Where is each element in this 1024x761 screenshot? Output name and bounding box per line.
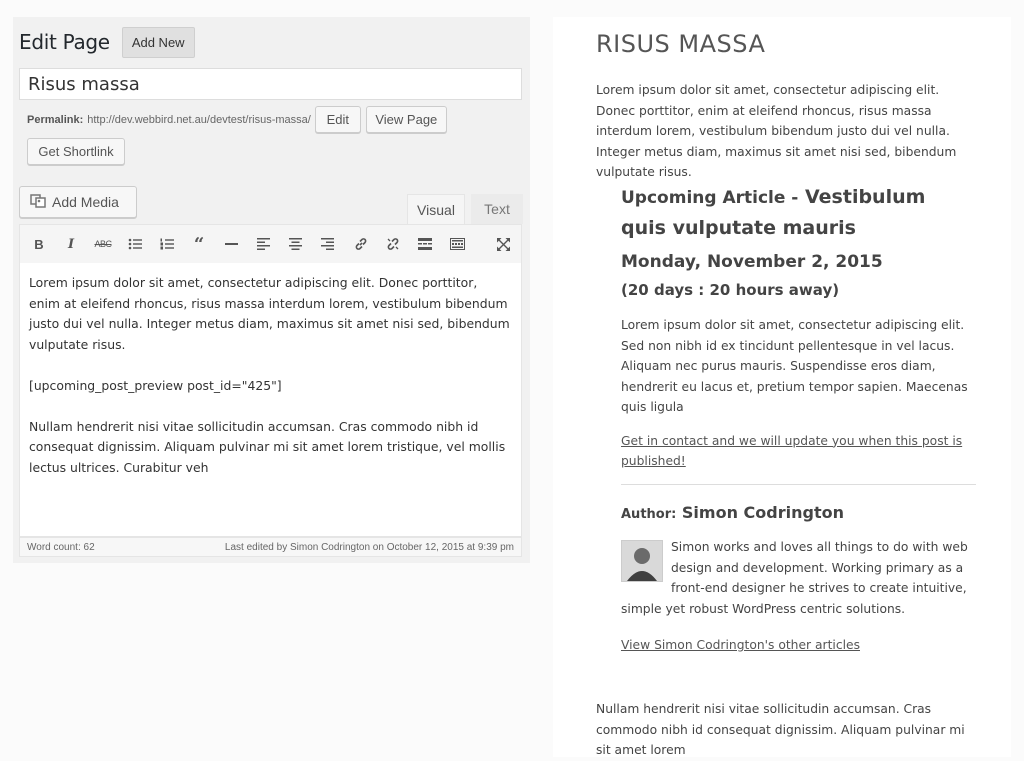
- align-right-icon[interactable]: [318, 235, 336, 253]
- read-more-icon[interactable]: [416, 235, 434, 253]
- add-media-icon: [30, 192, 46, 212]
- author-articles-link[interactable]: View Simon Codrington's other articles: [621, 638, 860, 652]
- tab-text[interactable]: Text: [471, 194, 523, 224]
- author-heading: Author: Simon Codrington: [621, 503, 844, 522]
- last-edited: Last edited by Simon Codrington on Octob…: [224, 541, 514, 553]
- preview-panel: RISUS MASSA Lorem ipsum dolor sit amet, …: [553, 17, 1011, 757]
- numbered-list-icon[interactable]: [158, 235, 176, 253]
- align-left-icon[interactable]: [254, 235, 272, 253]
- upcoming-date: Monday, November 2, 2015: [621, 252, 883, 272]
- unlink-icon[interactable]: [384, 235, 402, 253]
- align-center-icon[interactable]: [286, 235, 304, 253]
- permalink-url[interactable]: http://dev.webbird.net.au/devtest/risus-…: [87, 114, 311, 126]
- add-new-button[interactable]: Add New: [121, 26, 195, 58]
- editor-content-area[interactable]: Lorem ipsum dolor sit amet, consectetur …: [19, 263, 522, 537]
- link-icon[interactable]: [352, 235, 370, 253]
- upcoming-heading: Upcoming Article - Vestibulum quis vulpu…: [621, 182, 976, 243]
- editor-shortcode: [upcoming_post_preview post_id="425"]: [29, 377, 282, 393]
- toolbar-toggle-icon[interactable]: [448, 235, 466, 253]
- preview-page-title: RISUS MASSA: [596, 30, 766, 58]
- word-count: Word count: 62: [27, 541, 95, 553]
- contact-link[interactable]: Get in contact and we will update you wh…: [621, 431, 976, 472]
- tab-visual[interactable]: Visual: [407, 194, 465, 224]
- add-media-label: Add Media: [52, 194, 119, 210]
- permalink-edit-button[interactable]: Edit: [314, 106, 361, 133]
- strikethrough-icon[interactable]: ABC: [94, 235, 112, 253]
- author-name: Simon Codrington: [681, 503, 844, 522]
- upcoming-prefix: Upcoming Article -: [621, 188, 799, 208]
- italic-icon[interactable]: I: [62, 235, 80, 253]
- author-bio-text: Simon works and loves all things to do w…: [621, 540, 968, 616]
- author-avatar: [621, 540, 663, 582]
- fullscreen-icon[interactable]: [494, 235, 512, 253]
- permalink-row: Permalink: http://dev.webbird.net.au/dev…: [27, 106, 447, 133]
- editor-paragraph: Nullam hendrerit nisi vitae sollicitudin…: [29, 418, 506, 475]
- get-shortlink-button[interactable]: Get Shortlink: [27, 138, 125, 165]
- permalink-label: Permalink:: [27, 113, 84, 126]
- editor-status-bar: Word count: 62 Last edited by Simon Codr…: [19, 537, 522, 557]
- add-media-button[interactable]: Add Media: [19, 186, 137, 218]
- page-heading-row: Edit Page Add New: [19, 26, 195, 58]
- blockquote-icon[interactable]: “: [190, 234, 208, 255]
- bullet-list-icon[interactable]: [126, 235, 144, 253]
- horizontal-rule-icon[interactable]: [222, 235, 240, 253]
- upcoming-excerpt: Lorem ipsum dolor sit amet, consectetur …: [621, 318, 968, 414]
- preview-outro-paragraph: Nullam hendrerit nisi vitae sollicitudin…: [596, 702, 965, 757]
- editor-paragraph: Lorem ipsum dolor sit amet, consectetur …: [29, 275, 510, 352]
- divider: [621, 484, 976, 485]
- page-title: Edit Page: [19, 30, 110, 54]
- upcoming-countdown: (20 days : 20 hours away): [621, 281, 840, 299]
- editor-panel: Edit Page Add New Permalink: http://dev.…: [13, 17, 530, 563]
- preview-intro-paragraph: Lorem ipsum dolor sit amet, consectetur …: [596, 83, 957, 179]
- bold-icon[interactable]: B: [30, 235, 48, 253]
- author-label: Author:: [621, 507, 677, 522]
- editor-toolbar: B I ABC “: [19, 224, 522, 263]
- upcoming-post-preview: Upcoming Article - Vestibulum quis vulpu…: [621, 182, 976, 472]
- author-bio: Simon works and loves all things to do w…: [621, 537, 976, 619]
- post-title-input[interactable]: [19, 68, 522, 100]
- view-page-button[interactable]: View Page: [365, 106, 447, 133]
